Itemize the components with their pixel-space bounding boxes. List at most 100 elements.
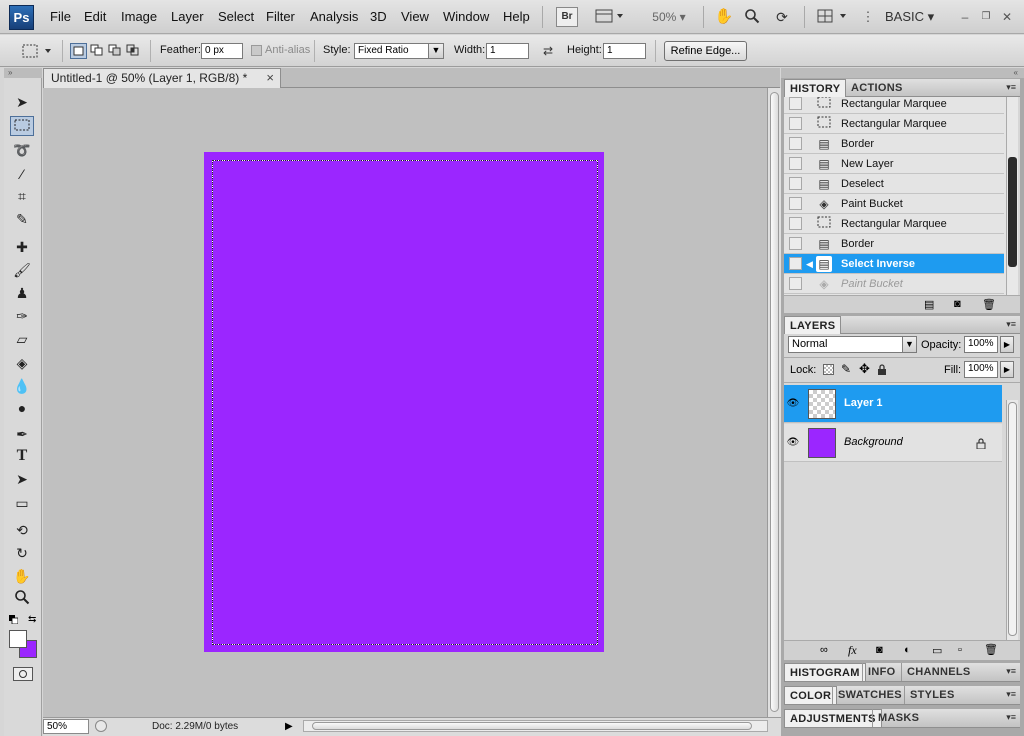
- quick-mask-button[interactable]: [13, 667, 33, 681]
- layer-row-layer-1[interactable]: 👁 Layer 1: [784, 385, 1002, 423]
- history-item[interactable]: Rectangular Marquee: [784, 214, 1004, 234]
- swap-dimensions-button[interactable]: ⇄: [540, 44, 556, 58]
- history-item[interactable]: Rectangular Marquee: [784, 114, 1004, 134]
- tool-preset-picker[interactable]: [20, 42, 56, 60]
- layers-scrollbar[interactable]: [1006, 400, 1018, 640]
- history-item[interactable]: ▤ Border: [784, 234, 1004, 254]
- pen-tool[interactable]: ✒: [10, 424, 34, 444]
- history-snapshot-checkbox[interactable]: [789, 97, 802, 110]
- history-item[interactable]: ▤ Deselect: [784, 174, 1004, 194]
- history-snapshot-checkbox[interactable]: [789, 177, 802, 190]
- zoom-tool[interactable]: [10, 589, 34, 609]
- history-snapshot-checkbox[interactable]: [789, 217, 802, 230]
- canvas-vertical-scrollbar[interactable]: [767, 88, 781, 718]
- foreground-color-swatch[interactable]: [9, 630, 27, 648]
- menu-3d[interactable]: 3D: [370, 9, 387, 24]
- tab-masks[interactable]: MASKS: [872, 709, 924, 727]
- hand-tool[interactable]: ✋: [10, 566, 34, 586]
- visibility-eye-icon[interactable]: 👁: [786, 397, 800, 411]
- zoom-tool-button[interactable]: [741, 7, 763, 27]
- history-snapshot-checkbox[interactable]: [789, 277, 802, 290]
- lock-position-button[interactable]: ✥: [859, 361, 870, 377]
- tab-info[interactable]: INFO: [862, 663, 900, 681]
- status-zoom-input[interactable]: 50%: [43, 719, 89, 734]
- hand-tool-button[interactable]: ✋: [713, 7, 735, 27]
- toolbox-collapse-handle[interactable]: »: [4, 68, 42, 78]
- menu-image[interactable]: Image: [121, 9, 157, 24]
- history-item-undone[interactable]: ◈ Paint Bucket: [784, 274, 1004, 294]
- arrange-documents-button[interactable]: [814, 7, 850, 27]
- menu-help[interactable]: Help: [503, 9, 530, 24]
- scrollbar-thumb[interactable]: [1008, 402, 1017, 636]
- feather-input[interactable]: 0 px: [201, 43, 243, 59]
- anti-alias-checkbox[interactable]: [251, 45, 262, 56]
- scrollbar-thumb[interactable]: [770, 92, 779, 712]
- new-group-button[interactable]: ▭: [932, 644, 942, 657]
- rectangular-marquee-tool[interactable]: [10, 116, 34, 136]
- tab-styles[interactable]: STYLES: [904, 686, 960, 704]
- refine-edge-button[interactable]: Refine Edge...: [664, 41, 747, 61]
- panel-menu-icon[interactable]: ▾≡: [1006, 82, 1016, 93]
- swap-colors-button[interactable]: ⇆: [28, 614, 36, 625]
- screen-mode-button[interactable]: ⋮: [857, 7, 879, 27]
- width-input[interactable]: 1: [486, 43, 529, 59]
- clone-stamp-tool[interactable]: ♟: [10, 283, 34, 303]
- layer-style-button[interactable]: fx: [848, 643, 857, 658]
- 3d-orbit-tool[interactable]: ↻: [10, 543, 34, 563]
- tab-adjustments[interactable]: ADJUSTMENTS: [784, 709, 882, 727]
- fill-input[interactable]: 100%: [964, 361, 998, 378]
- panel-menu-icon[interactable]: ▾≡: [1006, 712, 1016, 723]
- rectangle-shape-tool[interactable]: ▭: [10, 493, 34, 513]
- link-layers-button[interactable]: ∞: [820, 644, 828, 656]
- history-item[interactable]: Rectangular Marquee: [784, 97, 1004, 114]
- tab-color[interactable]: COLOR: [784, 686, 838, 704]
- move-tool[interactable]: ➤: [10, 92, 34, 112]
- opacity-slider-button[interactable]: ▶: [1000, 336, 1014, 353]
- lasso-tool[interactable]: ➰: [10, 140, 34, 160]
- history-snapshot-checkbox[interactable]: [789, 237, 802, 250]
- magic-wand-tool[interactable]: ⁄: [10, 164, 34, 184]
- new-selection-button[interactable]: [70, 43, 87, 59]
- opacity-input[interactable]: 100%: [964, 336, 998, 353]
- tab-swatches[interactable]: SWATCHES: [832, 686, 907, 704]
- history-item[interactable]: ◈ Paint Bucket: [784, 194, 1004, 214]
- blend-mode-select[interactable]: Normal ▼: [788, 336, 917, 353]
- 3d-rotate-tool[interactable]: ⟲: [10, 520, 34, 540]
- new-adjustment-layer-button[interactable]: ◐: [904, 644, 911, 656]
- menu-file[interactable]: File: [50, 9, 71, 24]
- menu-select[interactable]: Select: [218, 9, 254, 24]
- brush-tool[interactable]: 🖌: [10, 260, 34, 280]
- height-input[interactable]: 1: [603, 43, 646, 59]
- tab-history[interactable]: HISTORY: [784, 79, 847, 97]
- minimize-button[interactable]: –: [955, 7, 975, 27]
- add-mask-button[interactable]: ◙: [876, 644, 883, 656]
- history-item-selected[interactable]: ◀ ▤ Select Inverse: [784, 254, 1004, 274]
- tab-actions[interactable]: ACTIONS: [846, 79, 908, 97]
- new-document-from-state-button[interactable]: ▤: [924, 298, 934, 311]
- history-snapshot-checkbox[interactable]: [789, 117, 802, 130]
- menu-layer[interactable]: Layer: [171, 9, 204, 24]
- add-to-selection-button[interactable]: [89, 43, 106, 59]
- new-layer-button[interactable]: ▫: [958, 644, 962, 656]
- dodge-tool[interactable]: ●: [10, 398, 34, 418]
- menu-analysis[interactable]: Analysis: [310, 9, 358, 24]
- scrollbar-thumb[interactable]: [312, 722, 752, 730]
- zoom-level-dropdown[interactable]: 50% ▾: [645, 7, 693, 27]
- delete-state-button[interactable]: 🗑: [982, 298, 996, 311]
- panel-menu-icon[interactable]: ▾≡: [1006, 319, 1016, 330]
- history-snapshot-checkbox[interactable]: [789, 137, 802, 150]
- status-menu-arrow[interactable]: ▶: [285, 719, 295, 734]
- menu-window[interactable]: Window: [443, 9, 489, 24]
- visibility-eye-icon[interactable]: 👁: [786, 436, 800, 450]
- crop-tool[interactable]: ⌗: [10, 186, 34, 206]
- rotate-view-button[interactable]: ⟳: [771, 7, 793, 27]
- history-snapshot-checkbox[interactable]: [789, 257, 802, 270]
- eyedropper-tool[interactable]: ✎: [10, 209, 34, 229]
- lock-all-button[interactable]: [877, 364, 887, 375]
- scrollbar-thumb[interactable]: [1008, 157, 1017, 267]
- history-item[interactable]: ▤ New Layer: [784, 154, 1004, 174]
- tab-layers[interactable]: LAYERS: [784, 316, 842, 334]
- healing-brush-tool[interactable]: ✚: [10, 237, 34, 257]
- close-app-button[interactable]: ✕: [997, 7, 1017, 27]
- paint-bucket-tool[interactable]: ◈: [10, 353, 34, 373]
